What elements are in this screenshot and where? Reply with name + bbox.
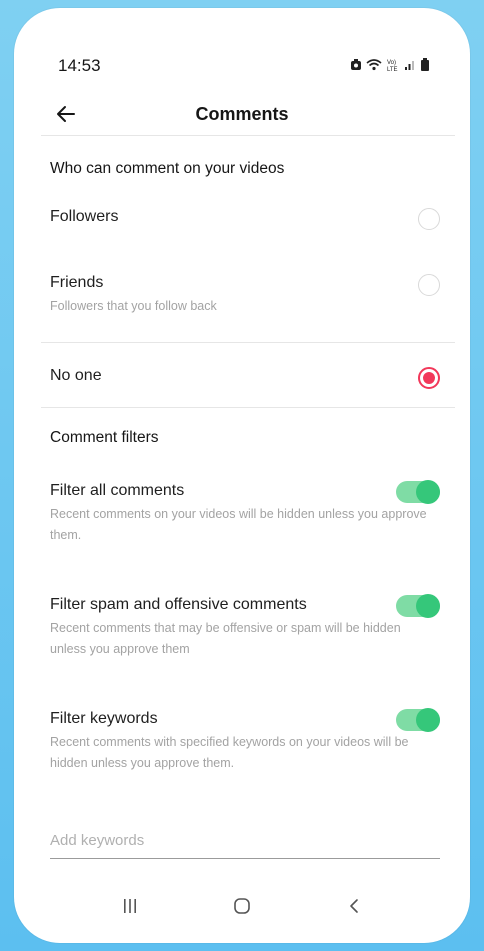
phone-screen: 14:53 Vo) LTE Comments Who can comment o… [14, 8, 470, 943]
page-title: Comments [195, 103, 289, 124]
battery-icon [420, 58, 430, 74]
svg-text:Vo): Vo) [387, 60, 396, 66]
status-bar: 14:53 Vo) LTE [58, 54, 430, 78]
option-sublabel: Followers that you follow back [50, 299, 217, 313]
toggle-filter-keywords[interactable] [396, 708, 440, 732]
back-button[interactable] [52, 100, 80, 128]
home-icon [234, 898, 250, 914]
option-followers[interactable]: Followers [50, 208, 440, 236]
divider [41, 407, 455, 408]
filter-description: Recent comments that may be offensive or… [50, 621, 401, 656]
toggle-filter-spam-offensive[interactable] [396, 594, 440, 618]
option-label: Followers [50, 208, 119, 225]
option-no-one[interactable]: No one [50, 367, 440, 395]
filter-description: Recent comments with specified keywords … [50, 735, 409, 770]
radio-followers[interactable] [418, 208, 440, 230]
filter-label: Filter keywords [50, 710, 158, 727]
option-friends[interactable]: Friends Followers that you follow back [50, 274, 440, 334]
filter-label: Filter all comments [50, 482, 185, 499]
toggle-filter-all-comments[interactable] [396, 480, 440, 504]
arrow-left-icon [57, 106, 75, 122]
signal-icon [404, 59, 416, 74]
recents-button[interactable] [110, 886, 150, 926]
toggle-knob [416, 708, 440, 732]
header: Comments [14, 92, 470, 136]
toggle-knob [416, 480, 440, 504]
section-heading-comment-filters: Comment filters [50, 429, 159, 446]
option-label: No one [50, 367, 102, 384]
volte-icon: Vo) LTE [386, 58, 400, 75]
filter-spam-offensive: Filter spam and offensive comments Recen… [50, 594, 440, 660]
home-button[interactable] [222, 886, 262, 926]
back-nav-button[interactable] [334, 886, 374, 926]
svg-text:LTE: LTE [387, 67, 398, 72]
filter-all-comments: Filter all comments Recent comments on y… [50, 480, 440, 546]
status-time: 14:53 [58, 56, 101, 75]
back-icon [350, 899, 358, 913]
recents-icon [124, 899, 136, 913]
filter-label: Filter spam and offensive comments [50, 596, 307, 613]
filter-keywords: Filter keywords Recent comments with spe… [50, 708, 440, 774]
keywords-input[interactable] [50, 831, 440, 849]
alarm-icon [350, 58, 362, 74]
option-label: Friends [50, 274, 104, 291]
divider [41, 342, 455, 343]
status-icons: Vo) LTE [350, 58, 430, 75]
toggle-knob [416, 594, 440, 618]
header-divider [41, 135, 455, 136]
section-heading-who-can-comment: Who can comment on your videos [50, 160, 285, 177]
radio-friends[interactable] [418, 274, 440, 296]
filter-description: Recent comments on your videos will be h… [50, 507, 427, 542]
system-nav-bar [14, 886, 470, 926]
radio-no-one[interactable] [418, 367, 440, 389]
keywords-field[interactable] [50, 822, 440, 859]
wifi-icon [366, 58, 382, 74]
